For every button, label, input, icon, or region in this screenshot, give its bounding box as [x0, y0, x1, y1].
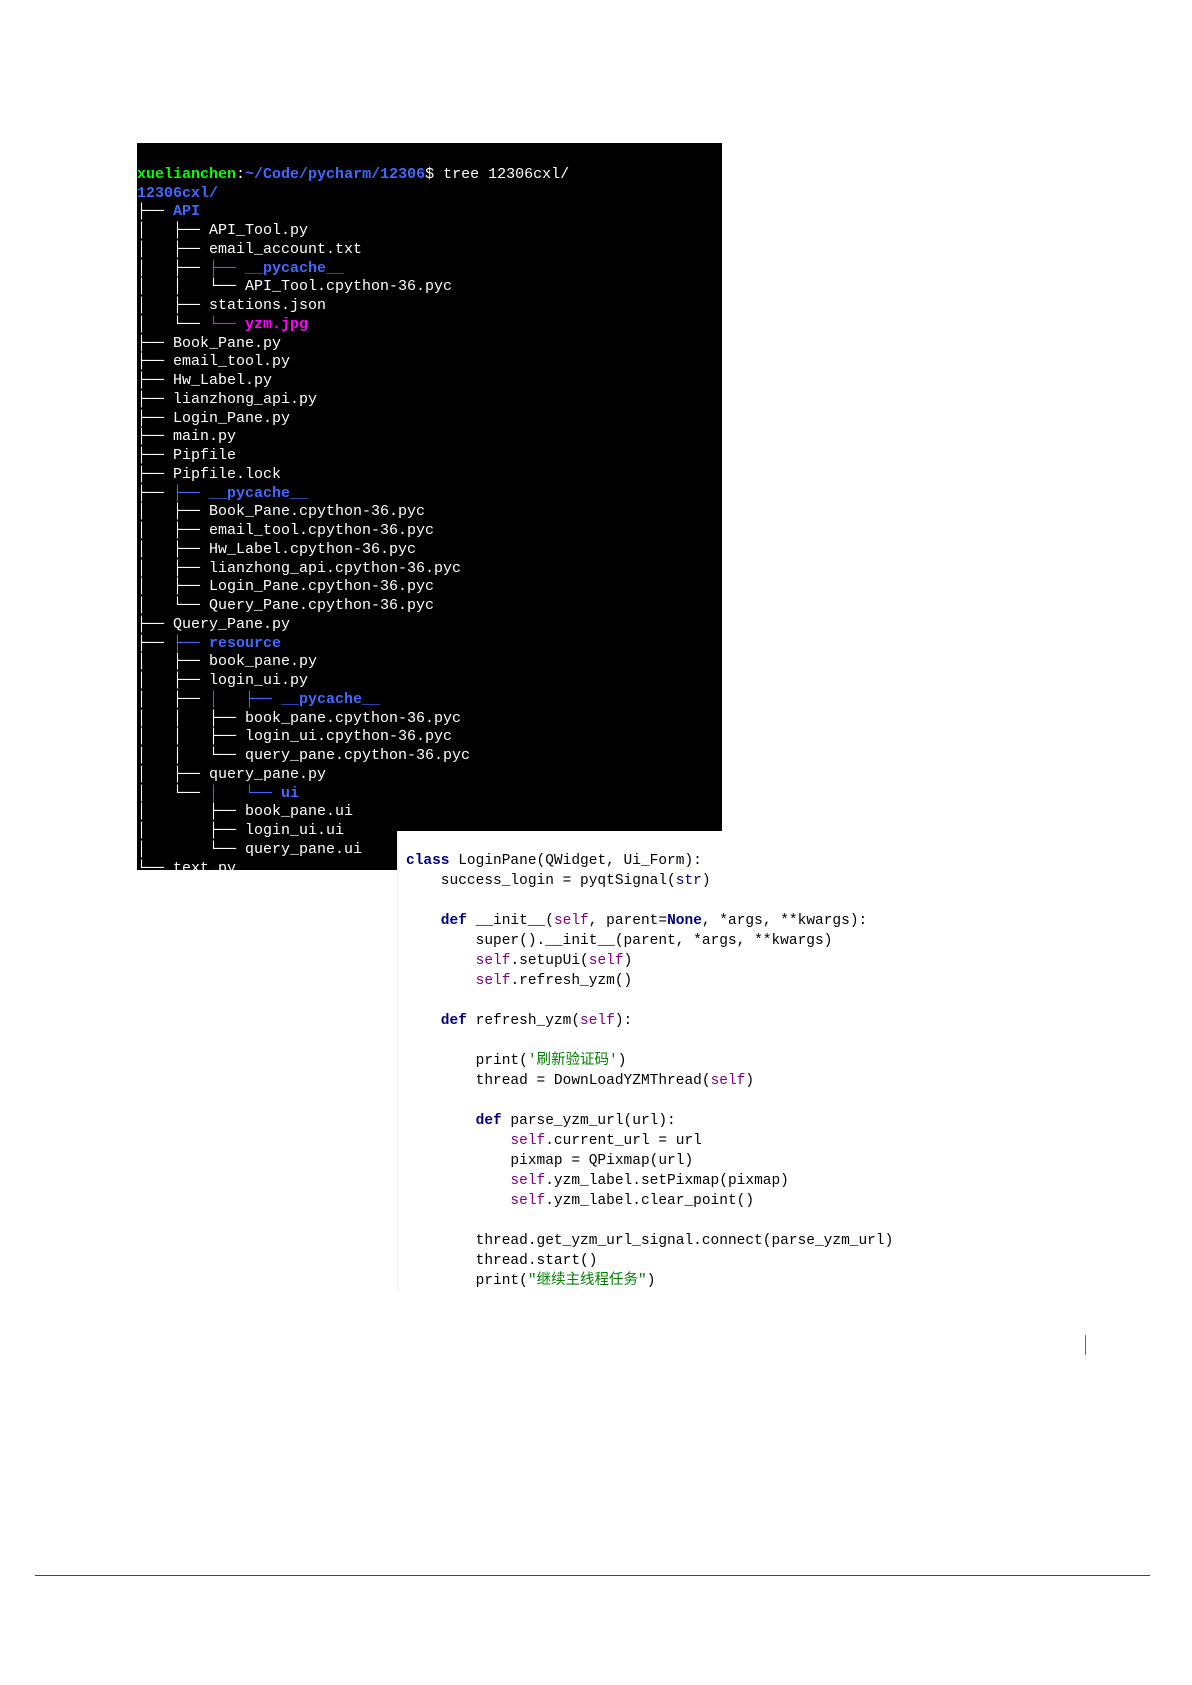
terminal-command: tree 12306cxl/: [434, 166, 569, 183]
terminal-window: xuelianchen:~/Code/pycharm/12306$ tree 1…: [137, 143, 722, 870]
text-cursor-icon: [1085, 1335, 1086, 1355]
file-yzm-jpg: └── yzm.jpg: [209, 316, 308, 333]
tree-root: 12306cxl/: [137, 185, 218, 202]
terminal-user: xuelianchen: [137, 166, 236, 183]
dir-pycache: ├── __pycache__: [209, 260, 344, 277]
divider-line: [35, 1575, 1150, 1576]
keyword-class: class: [406, 853, 450, 869]
dir-api: API: [173, 203, 200, 220]
dir-resource: ├── resource: [173, 635, 281, 652]
code-editor[interactable]: class LoginPane(QWidget, Ui_Form): succe…: [397, 831, 1086, 1291]
terminal-path: ~/Code/pycharm/12306: [245, 166, 425, 183]
dir-ui: │ └── ui: [209, 785, 299, 802]
